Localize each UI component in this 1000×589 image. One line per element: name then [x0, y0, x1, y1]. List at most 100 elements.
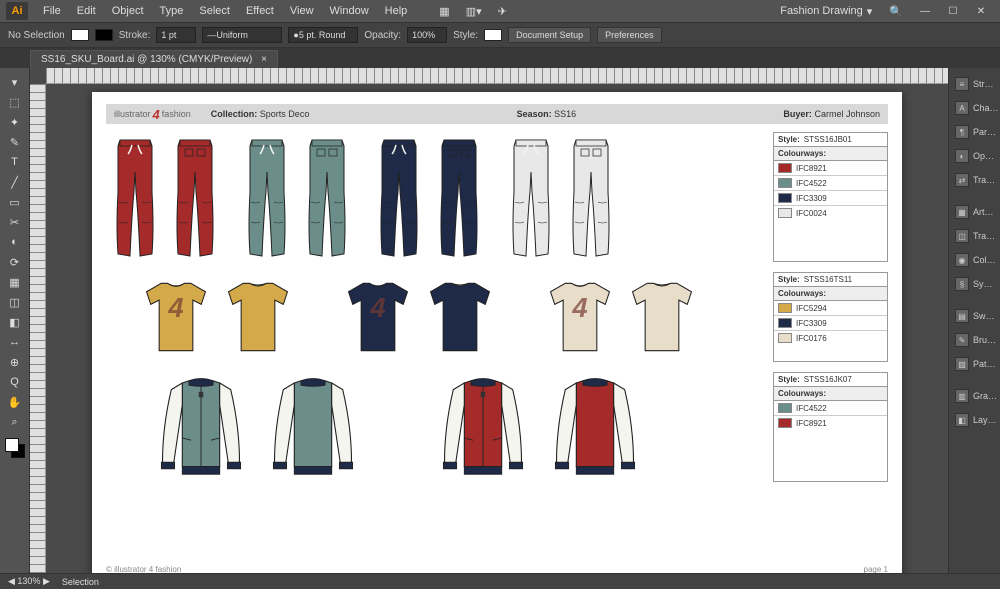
tool-17[interactable]: ⌕ [3, 412, 27, 432]
panel-par[interactable]: ¶Par… [949, 120, 1000, 144]
brush-field[interactable]: ● 5 pt. Round [288, 27, 358, 43]
menu-bar: Ai File Edit Object Type Select Effect V… [0, 0, 1000, 22]
send-icon[interactable]: ✈ [491, 3, 514, 20]
fill-stroke-swatch[interactable] [5, 438, 25, 458]
menu-select[interactable]: Select [192, 3, 237, 19]
panel-icon: ▤ [955, 309, 969, 323]
style-info-jackets: Style: STSS16JK07Colourways:IFC4522IFC89… [773, 372, 888, 482]
garment-tee[interactable]: 4 [136, 272, 298, 362]
ruler-vertical[interactable] [30, 84, 46, 573]
control-bar: No Selection Stroke: 1 pt — Uniform ● 5 … [0, 22, 1000, 48]
panel-cha[interactable]: ACha… [949, 96, 1000, 120]
menu-view[interactable]: View [283, 3, 321, 19]
tool-6[interactable]: ▭ [3, 192, 27, 212]
tool-11[interactable]: ◫ [3, 292, 27, 312]
tool-7[interactable]: ✂ [3, 212, 27, 232]
panel-icon: ≡ [955, 77, 969, 91]
tool-0[interactable]: ▾ [3, 72, 27, 92]
tool-14[interactable]: ⊕ [3, 352, 27, 372]
garment-pants[interactable] [370, 132, 488, 262]
artboard-footer: © illustrator 4 fashion page 1 [106, 565, 888, 573]
svg-text:4: 4 [571, 292, 587, 323]
close-icon[interactable]: ✕ [968, 2, 994, 20]
minimize-icon[interactable]: — [912, 2, 938, 20]
garment-pants[interactable] [106, 132, 224, 262]
tool-3[interactable]: ✎ [3, 132, 27, 152]
style-label: Style: [453, 30, 478, 41]
tool-13[interactable]: ↔ [3, 332, 27, 352]
maximize-icon[interactable]: ☐ [940, 2, 966, 20]
panel-icon: ⇄ [955, 173, 969, 187]
search-icon[interactable]: 🔍 [882, 3, 910, 20]
tool-5[interactable]: ╱ [3, 172, 27, 192]
stroke-profile-field[interactable]: — Uniform [202, 27, 282, 43]
panel-sw[interactable]: ▤Sw… [949, 304, 1000, 328]
chevron-down-icon: ▾ [867, 5, 873, 18]
garment-tee[interactable]: 4 [338, 272, 500, 362]
tool-10[interactable]: ▦ [3, 272, 27, 292]
canvas-viewport[interactable]: illustrator4fashion Collection: Sports D… [46, 84, 948, 573]
panel-icon: ▦ [955, 205, 969, 219]
style-info-tees: Style: STSS16TS11Colourways:IFC5294IFC33… [773, 272, 888, 362]
svg-text:4: 4 [369, 292, 385, 323]
stroke-swatch[interactable] [95, 29, 113, 41]
panel-icon: ▨ [955, 357, 969, 371]
tool-2[interactable]: ✦ [3, 112, 27, 132]
preferences-button[interactable]: Preferences [597, 27, 662, 43]
tool-15[interactable]: Q [3, 372, 27, 392]
garment-jacket[interactable] [146, 372, 368, 482]
panel-tra[interactable]: ◫Tra… [949, 224, 1000, 248]
menu-effect[interactable]: Effect [239, 3, 281, 19]
panel-gra[interactable]: ▥Gra… [949, 384, 1000, 408]
tool-9[interactable]: ⟳ [3, 252, 27, 272]
menu-help[interactable]: Help [378, 3, 415, 19]
stroke-label: Stroke: [119, 30, 151, 41]
panel-op[interactable]: ◐Op… [949, 144, 1000, 168]
panel-icon: ◐ [955, 149, 969, 163]
panel-icon: ✎ [955, 333, 969, 347]
tool-1[interactable]: ⬚ [3, 92, 27, 112]
artboard[interactable]: illustrator4fashion Collection: Sports D… [92, 92, 902, 573]
panel-icon: ▥ [955, 389, 969, 403]
app-logo-icon: Ai [6, 2, 28, 20]
tool-8[interactable]: ◐ [3, 232, 27, 252]
panel-bru[interactable]: ✎Bru… [949, 328, 1000, 352]
zoom-level[interactable]: ◀ 130% ▶ [8, 576, 50, 587]
opacity-field[interactable]: 100% [407, 27, 447, 43]
panel-str[interactable]: ≡Str… [949, 72, 1000, 96]
arrange-icon[interactable]: ▥▾ [459, 3, 489, 20]
panel-tra[interactable]: ⇄Tra… [949, 168, 1000, 192]
panel-icon: A [955, 101, 969, 115]
opacity-label: Opacity: [364, 30, 401, 41]
garment-pants[interactable] [502, 132, 620, 262]
panel-icon: § [955, 277, 969, 291]
garment-jacket[interactable] [428, 372, 650, 482]
canvas-area: illustrator4fashion Collection: Sports D… [30, 68, 948, 573]
panel-sy[interactable]: §Sy… [949, 272, 1000, 296]
stroke-weight-field[interactable]: 1 pt [156, 27, 196, 43]
tool-4[interactable]: T [3, 152, 27, 172]
garment-tee[interactable]: 4 [540, 272, 702, 362]
fill-swatch[interactable] [71, 29, 89, 41]
document-tab[interactable]: SS16_SKU_Board.ai @ 130% (CMYK/Preview) … [30, 50, 278, 68]
document-setup-button[interactable]: Document Setup [508, 27, 591, 43]
panel-pat[interactable]: ▨Pat… [949, 352, 1000, 376]
menu-object[interactable]: Object [105, 3, 151, 19]
menu-file[interactable]: File [36, 3, 68, 19]
style-info-pants: Style: STSS16JB01Colourways:IFC8921IFC45… [773, 132, 888, 262]
garment-pants[interactable] [238, 132, 356, 262]
ruler-horizontal[interactable] [46, 68, 948, 84]
workspace-switcher[interactable]: Fashion Drawing▾ [772, 3, 880, 20]
tool-16[interactable]: ✋ [3, 392, 27, 412]
menu-edit[interactable]: Edit [70, 3, 103, 19]
style-swatch[interactable] [484, 29, 502, 41]
menu-window[interactable]: Window [323, 3, 376, 19]
tool-12[interactable]: ◧ [3, 312, 27, 332]
toolbox: ▾⬚✦✎T╱▭✂◐⟳▦◫◧↔⊕Q✋⌕ [0, 68, 30, 573]
panel-art[interactable]: ▦Art… [949, 200, 1000, 224]
panel-lay[interactable]: ◧Lay… [949, 408, 1000, 432]
tab-close-icon[interactable]: × [261, 54, 267, 65]
panel-col[interactable]: ◉Col… [949, 248, 1000, 272]
layout-icon[interactable]: ▦ [432, 3, 456, 20]
menu-type[interactable]: Type [153, 3, 191, 19]
